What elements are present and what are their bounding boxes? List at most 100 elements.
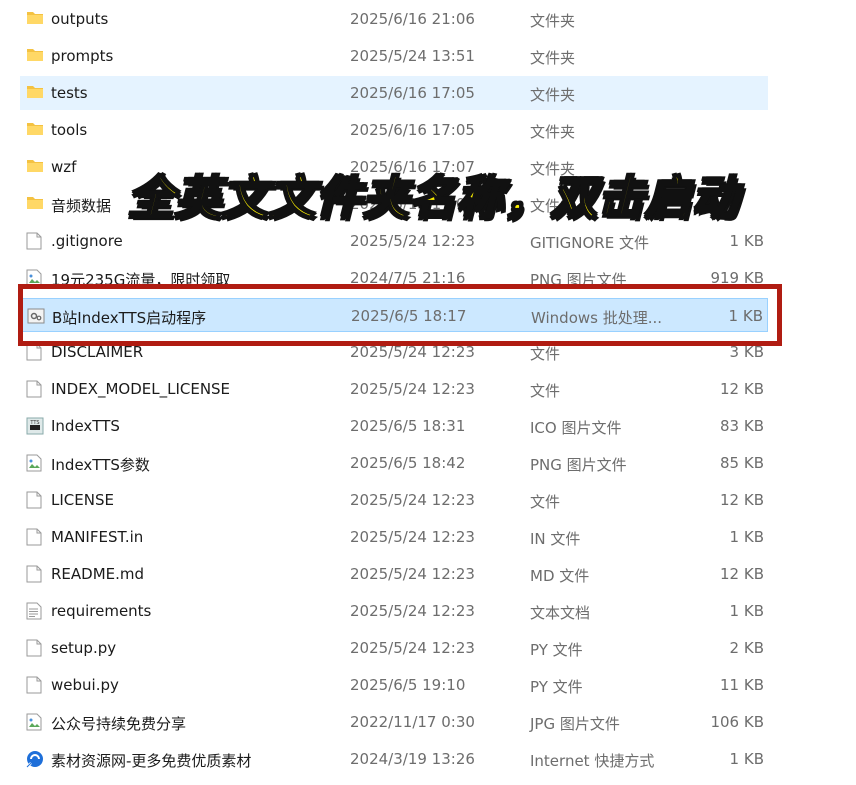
file-row[interactable]: MANIFEST.in 2025/5/24 12:23 IN 文件 1 KB: [20, 520, 768, 554]
file-size: 1 KB: [729, 232, 764, 250]
file-size: 1 KB: [729, 750, 764, 768]
folder-icon: [26, 47, 44, 65]
file-row[interactable]: .gitignore 2025/5/24 12:23 GITIGNORE 文件 1 K…: [20, 224, 768, 258]
file-type: 文本文档: [530, 604, 591, 622]
file-date-modified: 2025/6/5 18:17: [351, 307, 467, 325]
file-row[interactable]: B站IndexTTS启动程序 2025/6/5 18:17 Windows 批处理.…: [20, 298, 768, 332]
file-size: 1 KB: [729, 528, 764, 546]
file-name: outputs: [51, 10, 109, 28]
folder-icon: [26, 158, 44, 176]
file-type: PNG 图片文件: [530, 456, 627, 474]
file-row[interactable]: webui.py 2025/6/5 19:10 PY 文件 11 KB: [20, 668, 768, 702]
file-date-modified: 2025/5/24 12:23: [350, 491, 475, 509]
file-date-modified: 2025/5/24 12:23: [350, 380, 475, 398]
file-type: IN 文件: [530, 530, 581, 548]
file-type: PNG 图片文件: [530, 271, 627, 289]
file-name: tools: [51, 121, 88, 139]
file-name: README.md: [51, 565, 145, 583]
file-type: 文件: [530, 493, 561, 511]
file-row[interactable]: 素材资源网-更多免费优质素材 2024/3/19 13:26 Internet 快捷…: [20, 742, 768, 776]
file-name: B站IndexTTS启动程序: [52, 309, 207, 327]
file-size: 12 KB: [720, 380, 764, 398]
file-name: LICENSE: [51, 491, 114, 509]
file-type: 文件夹: [530, 49, 576, 67]
batch-file-icon: [27, 307, 45, 325]
file-date-modified: 2025/6/16 21:06: [350, 10, 475, 28]
file-name: webui.py: [51, 676, 119, 694]
file-type: 文件夹: [530, 12, 576, 30]
file-type: JPG 图片文件: [530, 715, 620, 733]
blank-file-icon: [26, 639, 44, 657]
file-size: 83 KB: [720, 417, 764, 435]
file-size: 12 KB: [720, 491, 764, 509]
file-type: Internet 快捷方式: [530, 752, 655, 770]
file-name: MANIFEST.in: [51, 528, 144, 546]
file-name: INDEX_MODEL_LICENSE: [51, 380, 231, 398]
file-name: requirements: [51, 602, 152, 620]
file-row[interactable]: 19元235G流量，限时领取 2024/7/5 21:16 PNG 图片文件 919 …: [20, 261, 768, 295]
file-date-modified: 2025/5/24 12:23: [350, 639, 475, 657]
overlay-caption: 全英文文件夹名称，双击启动: [127, 170, 739, 226]
file-row[interactable]: DISCLAIMER 2025/5/24 12:23 文件 3 KB: [20, 335, 768, 369]
file-name: .gitignore: [51, 232, 123, 250]
file-row[interactable]: 公众号持续免费分享 2022/11/17 0:30 JPG 图片文件 106 KB: [20, 705, 768, 739]
file-row[interactable]: outputs 2025/6/16 21:06 文件夹: [20, 2, 768, 36]
file-size: 106 KB: [710, 713, 764, 731]
file-row[interactable]: prompts 2025/5/24 13:51 文件夹: [20, 39, 768, 73]
file-name: prompts: [51, 47, 114, 65]
file-size: 919 KB: [710, 269, 764, 287]
blank-file-icon: [26, 528, 44, 546]
file-row[interactable]: tools 2025/6/16 17:05 文件夹: [20, 113, 768, 147]
file-name: DISCLAIMER: [51, 343, 144, 361]
file-size: 1 KB: [729, 602, 764, 620]
file-date-modified: 2022/11/17 0:30: [350, 713, 475, 731]
file-row[interactable]: LICENSE 2025/5/24 12:23 文件 12 KB: [20, 483, 768, 517]
file-size: 2 KB: [729, 639, 764, 657]
file-type: 文件夹: [530, 123, 576, 141]
blank-file-icon: [26, 232, 44, 250]
internet-shortcut-icon: [26, 750, 44, 768]
file-date-modified: 2025/5/24 12:23: [350, 343, 475, 361]
file-type: 文件: [530, 345, 561, 363]
file-type: 文件: [530, 382, 561, 400]
file-date-modified: 2025/5/24 12:23: [350, 565, 475, 583]
file-type: ICO 图片文件: [530, 419, 622, 437]
file-row[interactable]: setup.py 2025/5/24 12:23 PY 文件 2 KB: [20, 631, 768, 665]
file-type: PY 文件: [530, 641, 583, 659]
file-row[interactable]: IndexTTS参数 2025/6/5 18:42 PNG 图片文件 85 KB: [20, 446, 768, 480]
file-row[interactable]: README.md 2025/5/24 12:23 MD 文件 12 KB: [20, 557, 768, 591]
file-type: Windows 批处理...: [531, 309, 663, 327]
file-name: 素材资源网-更多免费优质素材: [51, 752, 252, 770]
file-size: 85 KB: [720, 454, 764, 472]
file-date-modified: 2025/6/5 19:10: [350, 676, 466, 694]
text-file-icon: [26, 602, 44, 620]
file-name: 19元235G流量，限时领取: [51, 271, 231, 289]
file-date-modified: 2025/6/16 17:05: [350, 84, 475, 102]
file-date-modified: 2025/5/24 12:23: [350, 602, 475, 620]
file-date-modified: 2025/5/24 12:23: [350, 528, 475, 546]
file-name: tests: [51, 84, 88, 102]
file-size: 12 KB: [720, 565, 764, 583]
file-row[interactable]: tests 2025/6/16 17:05 文件夹: [20, 76, 768, 110]
file-name: 公众号持续免费分享: [51, 715, 187, 733]
file-date-modified: 2024/3/19 13:26: [350, 750, 475, 768]
image-file-icon: [26, 713, 44, 731]
blank-file-icon: [26, 491, 44, 509]
file-date-modified: 2025/5/24 13:51: [350, 47, 475, 65]
file-type: GITIGNORE 文件: [530, 234, 649, 252]
file-type: 文件夹: [530, 86, 576, 104]
folder-icon: [26, 10, 44, 28]
folder-icon: [26, 121, 44, 139]
folder-icon: [26, 195, 44, 213]
file-type: PY 文件: [530, 678, 583, 696]
file-date-modified: 2025/6/5 18:42: [350, 454, 466, 472]
file-row[interactable]: TTS IndexTTS 2025/6/5 18:31 ICO 图片文件 83 KB: [20, 409, 768, 443]
file-name: wzf: [51, 158, 77, 176]
ico-file-icon: TTS: [26, 417, 44, 435]
file-row[interactable]: requirements 2025/5/24 12:23 文本文档 1 KB: [20, 594, 768, 628]
file-row[interactable]: INDEX_MODEL_LICENSE 2025/5/24 12:23 文件 12 K…: [20, 372, 768, 406]
file-size: 11 KB: [720, 676, 764, 694]
blank-file-icon: [26, 343, 44, 361]
file-date-modified: 2025/6/16 17:05: [350, 121, 475, 139]
svg-text:TTS: TTS: [29, 420, 39, 426]
